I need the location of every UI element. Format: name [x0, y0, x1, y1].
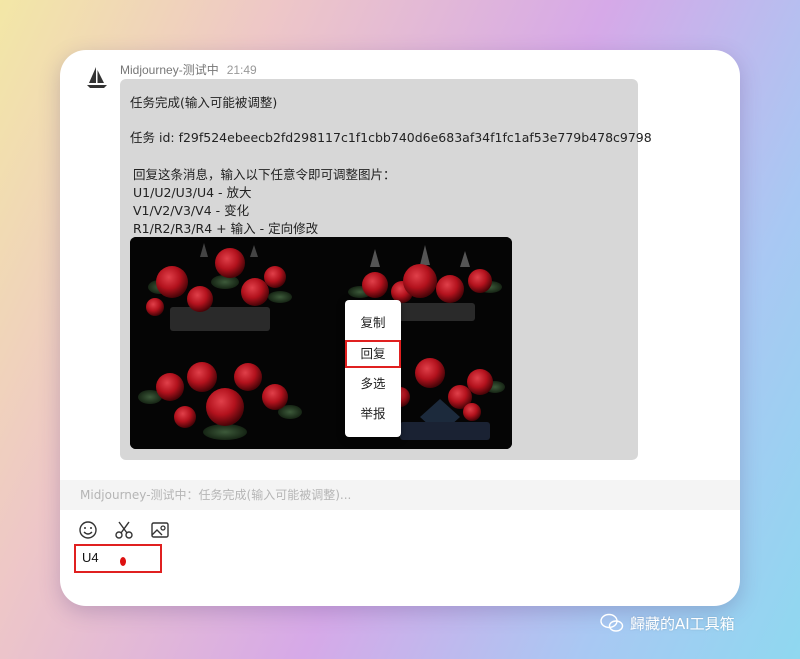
message-line-variation: V1/V2/V3/V4 - 变化	[133, 203, 250, 218]
scissors-icon[interactable]	[114, 520, 134, 540]
message-time: 21:49	[226, 63, 257, 77]
cursor-marker	[120, 557, 126, 566]
sender-name: Midjourney-测试中	[120, 63, 219, 77]
message-input-value: U4	[82, 550, 99, 565]
message-line-remix: R1/R2/R3/R4 + 输入 - 定向修改	[133, 221, 319, 236]
reply-quote-bar: Midjourney-测试中：任务完成(输入可能被调整)...	[60, 480, 740, 510]
message-line-task-id: 任务 id: f29f524ebeecb2fd298117c1f1cbb740d…	[130, 130, 652, 145]
emoji-icon[interactable]	[78, 520, 98, 540]
message-input[interactable]: U4	[74, 544, 162, 573]
watermark: 歸藏的AI工具箱	[600, 611, 735, 635]
message-line-status: 任务完成(输入可能被调整)	[130, 95, 278, 110]
message-line-upscale: U1/U2/U3/U4 - 放大	[133, 185, 252, 200]
chat-window: Midjourney-测试中 21:49 任务完成(输入可能被调整) 任务 id:…	[60, 50, 740, 606]
menu-item-report[interactable]: 举报	[345, 400, 401, 428]
message-line-instructions: 回复这条消息，输入以下任意令即可调整图片：	[133, 167, 396, 182]
message-header: Midjourney-测试中 21:49	[120, 61, 257, 78]
watermark-text: 歸藏的AI工具箱	[630, 614, 735, 633]
generated-image-grid[interactable]	[130, 237, 512, 449]
context-menu: 复制 回复 多选 举报	[345, 300, 401, 437]
rose-image-grid	[130, 237, 512, 449]
menu-item-multiselect[interactable]: 多选	[345, 370, 401, 398]
wechat-icon	[600, 613, 624, 632]
sailboat-avatar-icon[interactable]	[84, 64, 110, 90]
menu-item-reply[interactable]: 回复	[345, 340, 401, 368]
menu-item-copy[interactable]: 复制	[345, 309, 401, 337]
image-icon[interactable]	[150, 520, 170, 540]
